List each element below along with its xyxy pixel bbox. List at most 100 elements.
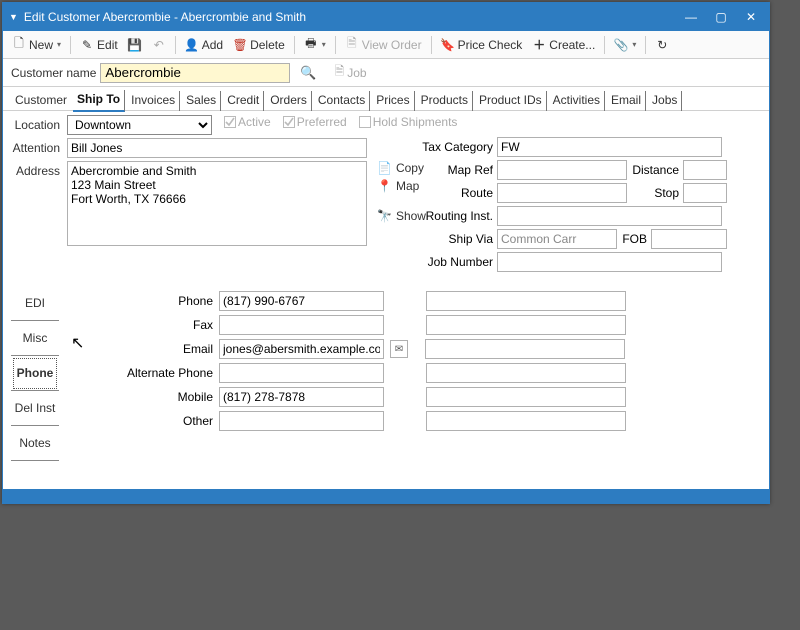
tab-credit[interactable]: Credit bbox=[223, 91, 264, 111]
tab-prices[interactable]: Prices bbox=[372, 91, 414, 111]
chevron-down-icon[interactable]: ▾ bbox=[632, 40, 636, 49]
side-tab-phone[interactable]: Phone bbox=[11, 356, 59, 391]
tab-sales[interactable]: Sales bbox=[182, 91, 221, 111]
alt-phone-input-2[interactable] bbox=[426, 363, 626, 383]
address-label: Address bbox=[11, 161, 63, 178]
mobile-input-2[interactable] bbox=[426, 387, 626, 407]
search-icon[interactable]: 🔍 bbox=[294, 65, 322, 81]
title-menu-caret[interactable]: ▼ bbox=[9, 12, 18, 22]
stop-input[interactable] bbox=[683, 183, 727, 203]
undo-icon: ↶ bbox=[152, 38, 166, 52]
distance-label: Distance bbox=[631, 163, 679, 177]
attach-button[interactable]: 📎 ▾ bbox=[611, 36, 639, 54]
window-bottom-border bbox=[3, 489, 769, 503]
routing-inst-label: Routing Inst. bbox=[421, 209, 493, 223]
tax-category-input[interactable] bbox=[497, 137, 722, 157]
price-check-button[interactable]: 🔖 Price Check bbox=[438, 36, 526, 54]
show-button[interactable]: 🔭Show bbox=[377, 209, 426, 223]
delete-button[interactable]: 🗑 Delete bbox=[230, 36, 288, 54]
tab-contacts[interactable]: Contacts bbox=[314, 91, 370, 111]
tab-ship-to[interactable]: Ship To bbox=[73, 90, 125, 112]
email-input-1[interactable] bbox=[219, 339, 384, 359]
email-input-2[interactable] bbox=[425, 339, 625, 359]
hold-shipments-checkbox[interactable]: Hold Shipments bbox=[359, 115, 458, 129]
location-label: Location bbox=[11, 115, 63, 132]
add-button[interactable]: 👤 Add bbox=[182, 36, 226, 54]
tab-orders[interactable]: Orders bbox=[266, 91, 312, 111]
fob-input[interactable] bbox=[651, 229, 727, 249]
add-person-icon: 👤 bbox=[185, 38, 199, 52]
ship-via-input[interactable] bbox=[497, 229, 617, 249]
routing-inst-input[interactable] bbox=[497, 206, 722, 226]
customer-name-bar: Customer name 🔍 🗎 Job bbox=[3, 59, 769, 87]
preferred-checkbox[interactable]: Preferred bbox=[283, 115, 347, 129]
side-tab-edi[interactable]: EDI bbox=[11, 286, 59, 321]
edit-customer-window: ▼ Edit Customer Abercrombie - Abercrombi… bbox=[2, 2, 770, 504]
binoculars-icon: 🔭 bbox=[377, 209, 392, 223]
tab-activities[interactable]: Activities bbox=[549, 91, 605, 111]
phone-label: Phone bbox=[73, 294, 213, 308]
copy-button[interactable]: 📄Copy bbox=[377, 161, 426, 175]
map-ref-input[interactable] bbox=[497, 160, 627, 180]
save-button: 💾 bbox=[125, 36, 145, 54]
route-label: Route bbox=[421, 186, 493, 200]
mail-icon: ✉ bbox=[395, 344, 403, 355]
mobile-label: Mobile bbox=[73, 390, 213, 404]
tab-invoices[interactable]: Invoices bbox=[127, 91, 180, 111]
alt-phone-input-1[interactable] bbox=[219, 363, 384, 383]
copy-icon: 📄 bbox=[377, 161, 392, 175]
tab-product-ids[interactable]: Product IDs bbox=[475, 91, 547, 111]
other-input-2[interactable] bbox=[426, 411, 626, 431]
fax-input-2[interactable] bbox=[426, 315, 626, 335]
customer-name-input[interactable] bbox=[100, 63, 290, 83]
attention-label: Attention bbox=[11, 138, 63, 155]
job-number-label: Job Number bbox=[421, 255, 493, 269]
print-button[interactable]: 🖶 ▾ bbox=[301, 32, 329, 57]
document-icon: 🗎 bbox=[335, 62, 345, 83]
chevron-down-icon[interactable]: ▾ bbox=[57, 40, 61, 49]
tab-customer[interactable]: Customer bbox=[11, 91, 71, 111]
tab-jobs[interactable]: Jobs bbox=[648, 91, 682, 111]
location-select[interactable]: Downtown bbox=[67, 115, 212, 135]
mobile-input-1[interactable] bbox=[219, 387, 384, 407]
side-tab-notes[interactable]: Notes bbox=[11, 426, 59, 461]
ship-to-panel: Location Downtown Active Preferred Hold … bbox=[3, 111, 769, 253]
address-textarea[interactable]: Abercrombie and Smith 123 Main Street Fo… bbox=[67, 161, 367, 246]
title-bar[interactable]: ▼ Edit Customer Abercrombie - Abercrombi… bbox=[3, 3, 769, 31]
minimize-button[interactable]: — bbox=[677, 6, 705, 28]
tag-icon: 🔖 bbox=[441, 38, 455, 52]
tax-category-label: Tax Category bbox=[421, 140, 493, 154]
phone-input-1[interactable] bbox=[219, 291, 384, 311]
side-tab-misc[interactable]: Misc bbox=[11, 321, 59, 356]
new-button[interactable]: 🗋 New ▾ bbox=[9, 32, 64, 57]
side-tabs: EDI Misc Phone Del Inst Notes bbox=[11, 286, 59, 461]
create-button[interactable]: ＋ Create... bbox=[529, 34, 598, 55]
close-button[interactable]: ✕ bbox=[737, 6, 765, 28]
refresh-button[interactable]: ↻ bbox=[652, 36, 672, 54]
active-checkbox[interactable]: Active bbox=[224, 115, 271, 129]
phone-input-2[interactable] bbox=[426, 291, 626, 311]
route-input[interactable] bbox=[497, 183, 627, 203]
attention-input[interactable] bbox=[67, 138, 367, 158]
map-button[interactable]: 📍Map bbox=[377, 179, 426, 193]
fax-label: Fax bbox=[73, 318, 213, 332]
stop-label: Stop bbox=[631, 186, 679, 200]
tab-products[interactable]: Products bbox=[417, 91, 473, 111]
distance-input[interactable] bbox=[683, 160, 727, 180]
email-action-button[interactable]: ✉ bbox=[390, 340, 408, 358]
pencil-icon: ✎ bbox=[80, 38, 94, 52]
other-input-1[interactable] bbox=[219, 411, 384, 431]
other-label: Other bbox=[73, 414, 213, 428]
chevron-down-icon[interactable]: ▾ bbox=[322, 40, 326, 49]
side-tab-del-inst[interactable]: Del Inst bbox=[11, 391, 59, 426]
view-order-button: 🗎 View Order bbox=[342, 32, 425, 57]
tab-bar: Customer Ship To Invoices Sales Credit O… bbox=[3, 87, 769, 111]
map-ref-label: Map Ref bbox=[421, 163, 493, 177]
edit-button[interactable]: ✎ Edit bbox=[77, 36, 121, 54]
tab-email[interactable]: Email bbox=[607, 91, 646, 111]
shipping-details: Tax Category Map Ref Distance Route Stop… bbox=[421, 137, 727, 275]
maximize-button[interactable]: ▢ bbox=[707, 6, 735, 28]
job-number-input[interactable] bbox=[497, 252, 722, 272]
email-label: Email bbox=[73, 342, 213, 356]
fax-input-1[interactable] bbox=[219, 315, 384, 335]
